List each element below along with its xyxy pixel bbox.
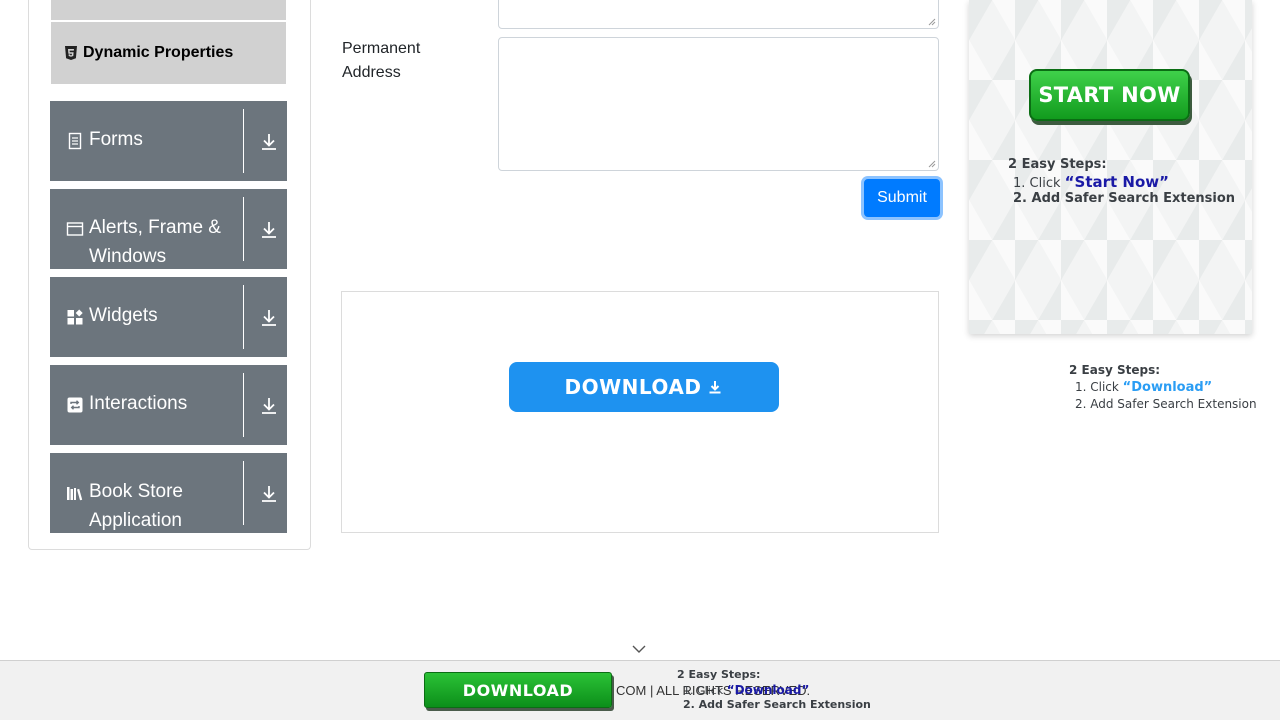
permanent-address-textarea[interactable] <box>498 37 939 171</box>
category-book-store-application[interactable]: Book Store Application <box>50 453 287 533</box>
footer-download-button[interactable]: DOWNLOAD <box>424 672 612 708</box>
divider <box>243 461 244 525</box>
category-alerts-frame-windows[interactable]: Alerts, Frame & Windows <box>50 189 287 269</box>
step-1-highlight: “Download” <box>726 683 810 697</box>
sidebar-item-previous[interactable] <box>51 0 286 20</box>
submit-button[interactable]: Submit <box>864 179 940 217</box>
category-label: Book Store Application <box>89 481 183 531</box>
category-label: Forms <box>89 129 143 150</box>
window-icon <box>66 222 84 236</box>
download-icon[interactable] <box>258 395 280 417</box>
category-label: Alerts, Frame & Windows <box>89 217 221 267</box>
ad-container <box>341 291 939 533</box>
ad-download-button[interactable]: DOWNLOAD <box>509 362 779 412</box>
download-icon[interactable] <box>258 307 280 329</box>
html5-icon <box>65 46 77 60</box>
steps-title: 2 Easy Steps: <box>1069 363 1161 377</box>
divider <box>243 373 244 437</box>
ad-download-label: DOWNLOAD <box>564 375 702 399</box>
step-1: 1. Click “Download” <box>1075 380 1213 395</box>
permanent-address-label: Permanent Address <box>342 40 421 81</box>
category-forms[interactable]: Forms <box>50 101 287 181</box>
books-icon <box>67 487 83 501</box>
step-1-highlight: “Download” <box>1122 380 1213 395</box>
steps-title: 2 Easy Steps: <box>1008 157 1107 172</box>
widgets-icon <box>67 309 83 325</box>
divider <box>243 109 244 173</box>
resize-handle[interactable] <box>928 18 936 26</box>
current-address-textarea[interactable] <box>498 0 939 29</box>
step-2: 2. Add Safer Search Extension <box>1075 397 1257 411</box>
divider <box>243 197 244 261</box>
step-1: 1. Click “Download” <box>683 683 810 697</box>
step-2: 2. Add Safer Search Extension <box>1013 191 1236 206</box>
download-icon[interactable] <box>258 131 280 153</box>
download-icon[interactable] <box>258 219 280 241</box>
interactions-icon <box>67 397 83 413</box>
category-label: Widgets <box>89 305 158 326</box>
document-icon <box>68 132 82 150</box>
step-1-highlight: “Start Now” <box>1064 173 1169 191</box>
category-widgets[interactable]: Widgets <box>50 277 287 357</box>
divider <box>243 285 244 349</box>
start-now-button[interactable]: START NOW <box>1029 69 1190 121</box>
resize-handle[interactable] <box>928 160 936 168</box>
step-1: 1. Click “Start Now” <box>1013 173 1169 191</box>
chevron-down-icon[interactable] <box>631 643 647 655</box>
category-interactions[interactable]: Interactions <box>50 365 287 445</box>
step-2: 2. Add Safer Search Extension <box>683 698 871 711</box>
steps-title: 2 Easy Steps: <box>677 668 761 681</box>
sidebar-item-label: Dynamic Properties <box>83 44 234 61</box>
sidebar-item-dynamic-properties[interactable]: Dynamic Properties <box>51 22 286 84</box>
category-label: Interactions <box>89 393 188 414</box>
download-icon[interactable] <box>258 483 280 505</box>
download-icon <box>709 381 721 394</box>
